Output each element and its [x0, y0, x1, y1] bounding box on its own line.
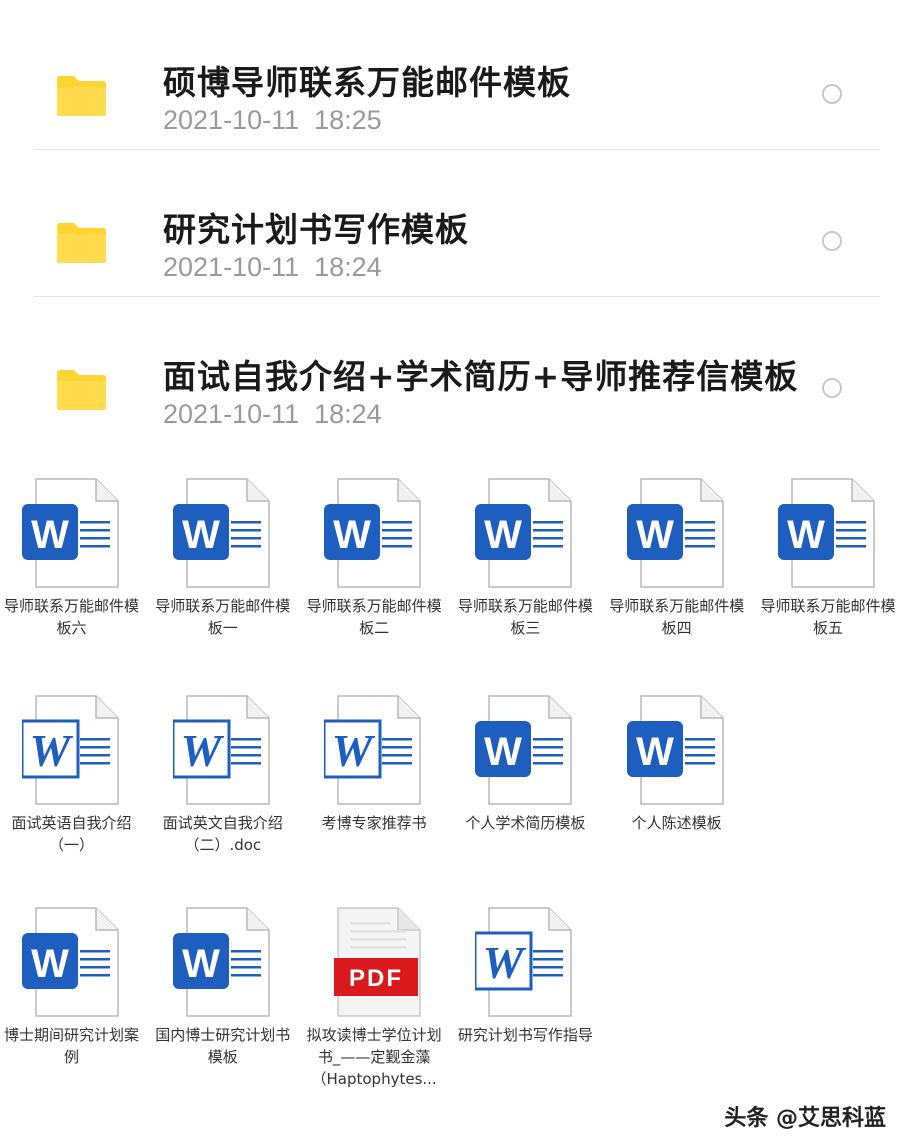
word-icon: W [21, 478, 119, 588]
file-name: 研究计划书写作指导 [457, 1026, 593, 1044]
folder-date: 2021-10-11 18:25 [163, 105, 382, 135]
divider [34, 296, 880, 297]
file-tile[interactable]: W 导师联系万能邮件模板三 [450, 477, 601, 639]
svg-text:W: W [636, 513, 674, 557]
folder-name: 面试自我介绍+学术简历+导师推荐信模板 [163, 357, 799, 396]
word-icon: W [626, 478, 724, 588]
folder-icon [57, 76, 106, 116]
file-name: 导师联系万能邮件模板二 [306, 597, 442, 637]
file-name: 导师联系万能邮件模板六 [4, 597, 140, 637]
file-tile[interactable]: W 导师联系万能邮件模板二 [299, 477, 450, 639]
svg-text:W: W [31, 513, 69, 557]
svg-text:W: W [182, 942, 220, 986]
svg-text:W: W [787, 513, 825, 557]
svg-text:W: W [636, 730, 674, 774]
svg-text:W: W [29, 725, 73, 776]
watermark: 头条 @艾思科蓝 [724, 1106, 886, 1131]
word-icon: W [475, 695, 573, 805]
file-tile[interactable]: PDF 拟攻读博士学位计划书_——定觐金藻（Haptophytes... [299, 906, 450, 1090]
select-radio[interactable] [822, 231, 842, 251]
folder-name: 硕博导师联系万能邮件模板 [163, 63, 571, 102]
svg-text:W: W [182, 513, 220, 557]
svg-text:W: W [485, 513, 523, 557]
file-tile[interactable]: W 导师联系万能邮件模板一 [147, 477, 298, 639]
file-tile[interactable]: W 国内博士研究计划书模板 [147, 906, 298, 1068]
file-tile[interactable]: W 导师联系万能邮件模板六 [0, 477, 147, 639]
folder-icon [57, 223, 106, 263]
folder-date: 2021-10-11 18:24 [163, 399, 382, 429]
file-name: 个人陈述模板 [631, 814, 722, 832]
select-radio[interactable] [822, 378, 842, 398]
svg-text:W: W [483, 937, 527, 988]
word-classic-icon: W [172, 695, 270, 805]
file-name: 导师联系万能邮件模板四 [609, 597, 745, 637]
file-name: 国内博士研究计划书模板 [155, 1026, 291, 1066]
word-icon: W [324, 478, 421, 588]
word-icon: W [475, 478, 573, 588]
file-name: 导师联系万能邮件模板五 [760, 597, 896, 637]
folder-date: 2021-10-11 18:24 [163, 252, 382, 282]
file-name: 面试英语自我介绍（一） [11, 814, 132, 854]
svg-text:W: W [333, 513, 371, 557]
file-tile[interactable]: W 导师联系万能邮件模板四 [601, 477, 752, 639]
word-classic-icon: W [21, 695, 119, 805]
folder-name: 研究计划书写作模板 [163, 210, 469, 249]
word-icon: W [778, 478, 875, 588]
folder-icon [57, 370, 106, 410]
word-icon: W [172, 478, 270, 588]
file-name: 面试英文自我介绍（二）.doc [162, 814, 283, 854]
folder-row[interactable]: 硕博导师联系万能邮件模板 2021-10-11 18:25 [0, 20, 906, 167]
word-icon: W [172, 907, 270, 1017]
file-tile[interactable]: W 面试英语自我介绍（一） [0, 694, 147, 856]
file-tile[interactable]: W 个人陈述模板 [601, 694, 752, 834]
folder-row[interactable]: 研究计划书写作模板 2021-10-11 18:24 [0, 167, 906, 314]
svg-text:W: W [180, 725, 224, 776]
pdf-label: PDF [349, 965, 403, 992]
file-name: 导师联系万能邮件模板三 [457, 597, 593, 637]
file-name: 导师联系万能邮件模板一 [155, 597, 291, 637]
svg-text:W: W [31, 942, 69, 986]
file-tile[interactable]: W 面试英文自我介绍（二）.doc [147, 694, 298, 856]
select-radio[interactable] [822, 84, 842, 104]
file-name: 个人学术简历模板 [465, 814, 586, 832]
word-icon: W [626, 695, 724, 805]
word-icon: W [21, 907, 119, 1017]
file-tile[interactable]: W 考博专家推荐书 [299, 694, 450, 834]
file-name: 拟攻读博士学位计划书_——定觐金藻（Haptophytes... [306, 1026, 442, 1088]
pdf-icon: PDF [334, 907, 421, 1017]
file-tile[interactable]: W 导师联系万能邮件模板五 [753, 477, 904, 639]
file-tile[interactable]: W 个人学术简历模板 [450, 694, 601, 834]
file-name: 考博专家推荐书 [321, 814, 427, 832]
divider [34, 149, 880, 150]
folder-row[interactable]: 面试自我介绍+学术简历+导师推荐信模板 2021-10-11 18:24 [0, 314, 906, 461]
file-tile[interactable]: W 博士期间研究计划案例 [0, 906, 147, 1068]
svg-text:W: W [332, 725, 376, 776]
word-classic-icon: W [475, 907, 573, 1017]
svg-text:W: W [485, 730, 523, 774]
word-classic-icon: W [324, 695, 421, 805]
file-tile[interactable]: W 研究计划书写作指导 [450, 906, 601, 1046]
file-name: 博士期间研究计划案例 [4, 1026, 140, 1066]
